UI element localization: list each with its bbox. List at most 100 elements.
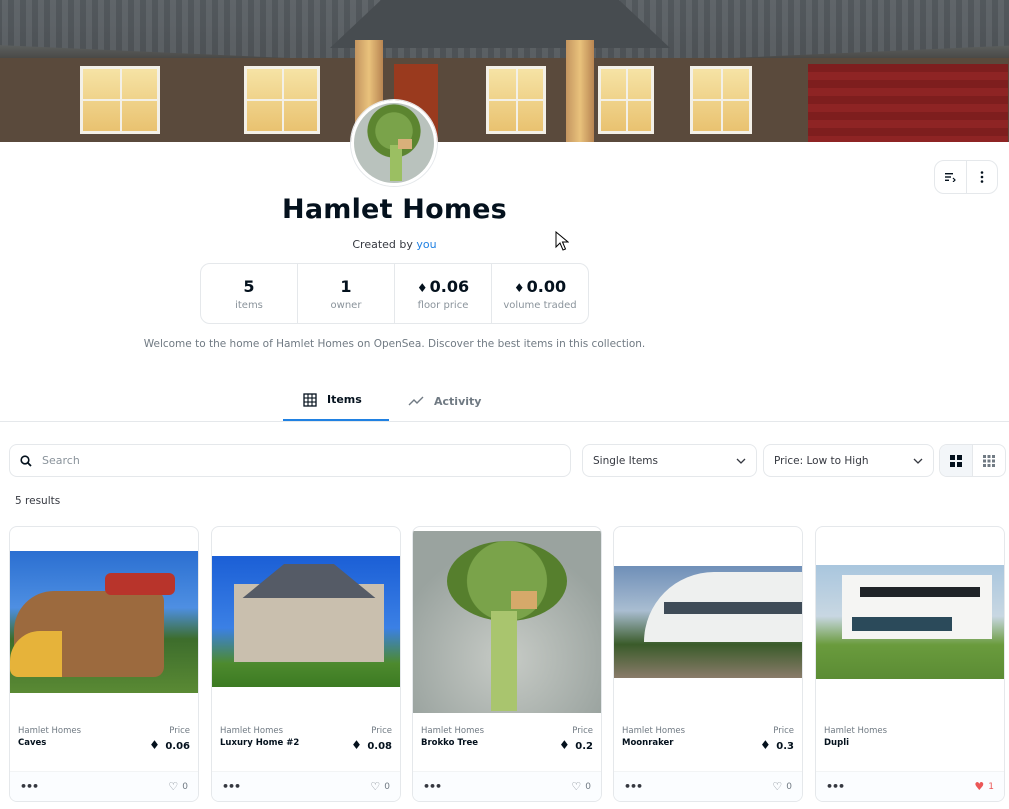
eth-icon: ♦ — [760, 738, 771, 752]
card-price: ♦ 0.2 — [559, 738, 593, 752]
nft-card[interactable]: Hamlet Homes Dupli ••• ♥ 1 — [815, 526, 1005, 802]
card-item-name[interactable]: Brokko Tree — [421, 738, 478, 748]
eth-icon: ♦ — [149, 738, 160, 752]
card-item-name[interactable]: Luxury Home #2 — [220, 738, 299, 748]
avatar-treehouse — [398, 139, 412, 149]
banner-garage — [808, 64, 1008, 142]
stat-value: 0.00 — [526, 276, 567, 296]
image-shape — [664, 602, 802, 614]
filter-lines-button[interactable] — [935, 161, 966, 193]
card-price-value: 0.06 — [165, 741, 190, 752]
card-price-value: 0.08 — [367, 741, 392, 752]
eth-icon: ♦ — [513, 280, 525, 295]
image-shape — [860, 587, 980, 597]
chevron-down-icon — [913, 458, 923, 464]
search-icon — [20, 454, 32, 467]
banner-window — [486, 66, 546, 134]
like-count: 0 — [585, 781, 591, 792]
stat-volume-traded[interactable]: ♦ 0.00 volume traded — [491, 264, 588, 323]
heart-icon: ♡ — [571, 780, 582, 793]
nft-image[interactable] — [212, 556, 400, 687]
stat-floor-price[interactable]: ♦ 0.06 floor price — [394, 264, 491, 323]
card-price-value: 0.3 — [776, 741, 794, 752]
like-button[interactable]: ♥ 1 — [974, 780, 994, 793]
tab-activity[interactable]: Activity — [408, 380, 481, 422]
chevron-down-icon — [736, 458, 746, 464]
nft-card[interactable]: Hamlet Homes Caves Price ♦ 0.06 ••• ♡ 0 — [9, 526, 199, 802]
small-grid-view-button[interactable] — [972, 445, 1005, 476]
card-collection-name[interactable]: Hamlet Homes — [824, 726, 887, 736]
stat-value-row: ♦ 0.06 — [417, 277, 469, 296]
more-options-button[interactable] — [965, 161, 998, 193]
like-button[interactable]: ♡ 0 — [772, 780, 792, 793]
more-dots-icon[interactable]: ••• — [423, 780, 442, 793]
card-collection-name[interactable]: Hamlet Homes — [18, 726, 81, 736]
card-item-name[interactable]: Dupli — [824, 738, 849, 748]
like-count: 0 — [182, 781, 188, 792]
card-collection-name[interactable]: Hamlet Homes — [220, 726, 283, 736]
nft-image[interactable] — [10, 551, 198, 693]
card-footer: ••• ♡ 0 — [212, 771, 400, 801]
view-toggle — [939, 444, 1006, 477]
created-by: Created by you — [200, 238, 589, 251]
collection-actions — [934, 160, 998, 194]
card-price-label: Price — [773, 726, 794, 736]
image-shape — [852, 617, 952, 631]
card-collection-name[interactable]: Hamlet Homes — [421, 726, 484, 736]
heart-icon: ♡ — [370, 780, 381, 793]
mouse-cursor-icon — [555, 231, 569, 251]
collection-avatar — [351, 100, 437, 186]
stat-label: floor price — [417, 299, 469, 311]
item-type-select[interactable]: Single Items — [582, 444, 757, 477]
card-price-value: 0.2 — [575, 741, 593, 752]
nft-card[interactable]: Hamlet Homes Luxury Home #2 Price ♦ 0.08… — [211, 526, 401, 802]
large-grid-view-button[interactable] — [940, 445, 972, 476]
vertical-dots-icon — [980, 171, 984, 183]
avatar-stem — [390, 145, 402, 181]
stat-value: 5 — [243, 276, 255, 296]
tab-items[interactable]: Items — [283, 380, 389, 421]
stat-owners[interactable]: 1 owner — [297, 264, 394, 323]
more-dots-icon[interactable]: ••• — [826, 780, 845, 793]
heart-icon: ♡ — [772, 780, 783, 793]
large-grid-icon — [950, 454, 962, 467]
like-button[interactable]: ♡ 0 — [370, 780, 390, 793]
card-price: ♦ 0.08 — [351, 738, 392, 752]
card-item-name[interactable]: Caves — [18, 738, 46, 748]
stat-label: items — [235, 299, 263, 311]
nft-image[interactable] — [816, 565, 1004, 679]
like-button[interactable]: ♡ 0 — [168, 780, 188, 793]
collection-stats: 5 items 1 owner ♦ 0.06 floor price ♦ 0.00 … — [200, 263, 589, 324]
nft-card[interactable]: Hamlet Homes Brokko Tree Price ♦ 0.2 •••… — [412, 526, 602, 802]
image-shape — [511, 591, 537, 609]
collection-banner — [0, 0, 1009, 142]
banner-window — [80, 66, 160, 134]
image-shape — [491, 611, 517, 711]
card-price-label: Price — [371, 726, 392, 736]
card-footer: ••• ♥ 1 — [816, 771, 1004, 801]
nft-card[interactable]: Hamlet Homes Moonraker Price ♦ 0.3 ••• ♡… — [613, 526, 803, 802]
created-by-prefix: Created by — [352, 238, 413, 251]
heart-filled-icon: ♥ — [974, 780, 985, 793]
stat-items[interactable]: 5 items — [201, 264, 297, 323]
more-dots-icon[interactable]: ••• — [624, 780, 643, 793]
more-dots-icon[interactable]: ••• — [222, 780, 241, 793]
search-input[interactable] — [42, 454, 522, 467]
nft-image[interactable] — [614, 566, 802, 678]
nft-image[interactable] — [413, 531, 601, 713]
tab-label: Activity — [434, 394, 482, 408]
tab-label: Items — [327, 393, 362, 406]
like-button[interactable]: ♡ 0 — [571, 780, 591, 793]
sort-value: Price: Low to High — [774, 454, 869, 467]
trend-line-icon — [408, 396, 424, 406]
image-shape — [242, 564, 376, 598]
collection-title: Hamlet Homes — [282, 194, 507, 225]
more-dots-icon[interactable]: ••• — [20, 780, 39, 793]
stat-value: 1 — [340, 276, 352, 296]
creator-link[interactable]: you — [416, 238, 436, 251]
heart-icon: ♡ — [168, 780, 179, 793]
card-item-name[interactable]: Moonraker — [622, 738, 674, 748]
card-footer: ••• ♡ 0 — [10, 771, 198, 801]
card-collection-name[interactable]: Hamlet Homes — [622, 726, 685, 736]
sort-select[interactable]: Price: Low to High — [763, 444, 934, 477]
